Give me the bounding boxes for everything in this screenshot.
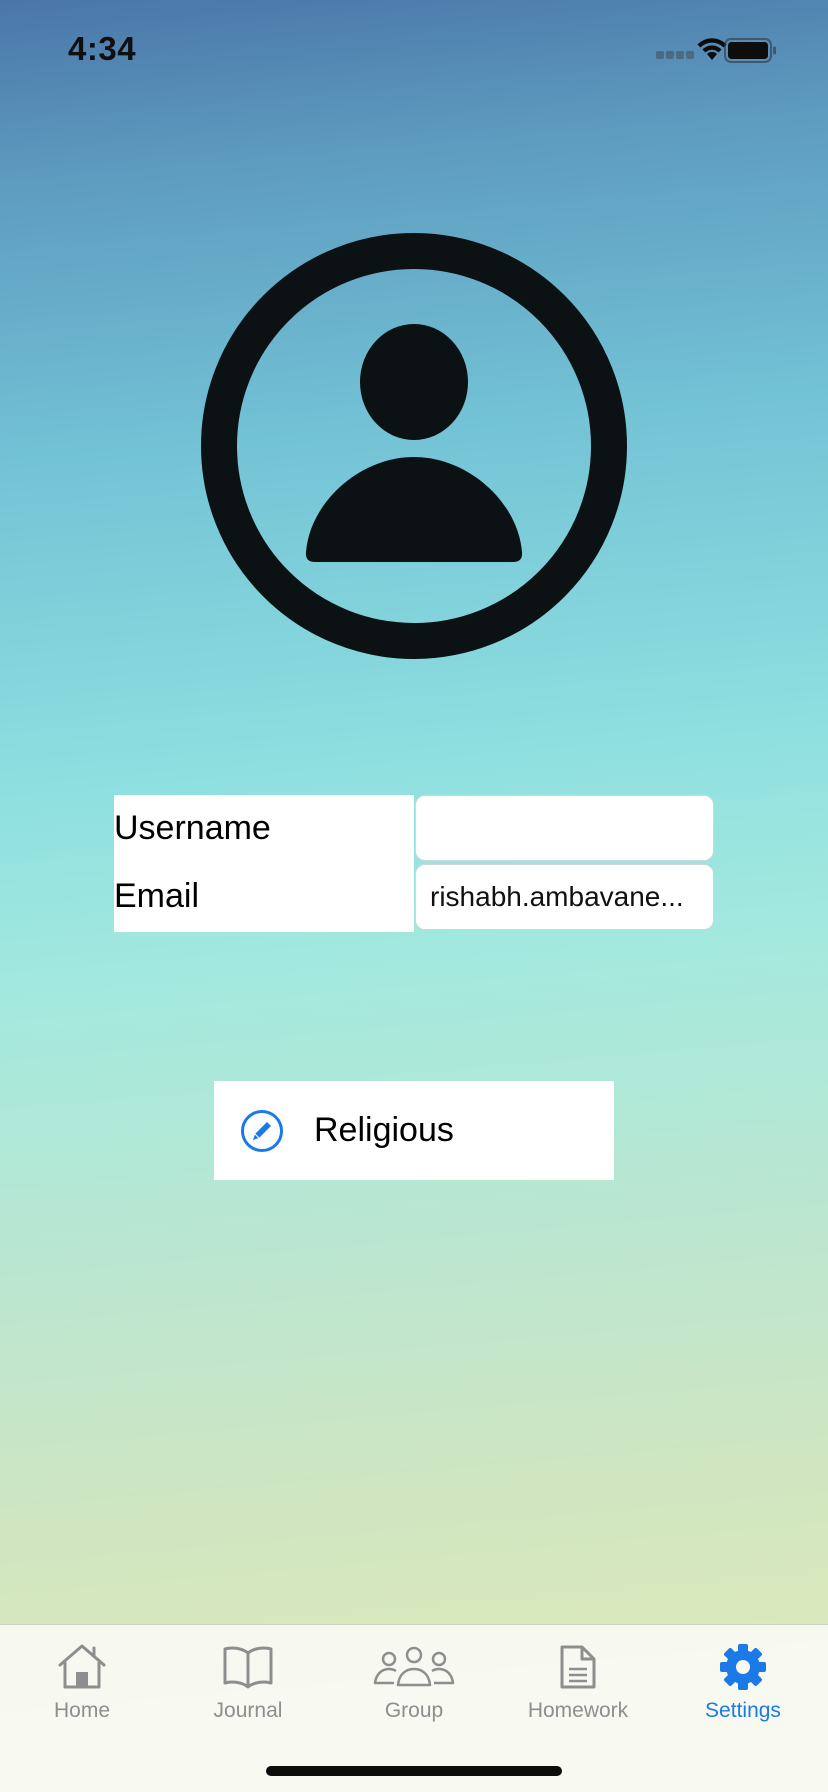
battery-icon [724,38,776,63]
tab-home[interactable]: Home [7,1643,157,1743]
tab-settings-label: Settings [705,1699,781,1722]
book-icon [223,1646,273,1689]
username-field[interactable] [415,795,714,861]
tab-journal-label: Journal [213,1699,283,1722]
house-icon [58,1644,106,1689]
group-icon [373,1646,455,1687]
labels-panel: Username Email [114,795,414,932]
tab-settings[interactable]: Settings [668,1643,818,1743]
tab-homework-label: Homework [527,1699,629,1722]
email-label: Email [114,877,200,915]
tab-group[interactable]: Group [339,1643,489,1743]
email-field[interactable]: rishabh.ambavane... [415,864,714,930]
tab-group-label: Group [384,1699,444,1722]
status-time: 4:34 [68,30,137,67]
profile-form: Username Email rishabh.ambavane... [114,795,714,933]
tab-home-label: Home [53,1699,111,1722]
status-bar: 4:34 [0,0,828,100]
document-icon [560,1645,596,1689]
gear-icon [720,1644,766,1690]
profile-avatar-icon[interactable] [200,232,628,660]
tab-homework[interactable]: Homework [503,1643,653,1743]
home-indicator [266,1766,562,1776]
religion-button-label: Religious [314,1111,454,1149]
pencil-circle-icon [241,1110,283,1152]
username-label: Username [114,809,271,847]
religion-button[interactable]: Religious [214,1081,614,1180]
tab-journal[interactable]: Journal [173,1643,323,1743]
